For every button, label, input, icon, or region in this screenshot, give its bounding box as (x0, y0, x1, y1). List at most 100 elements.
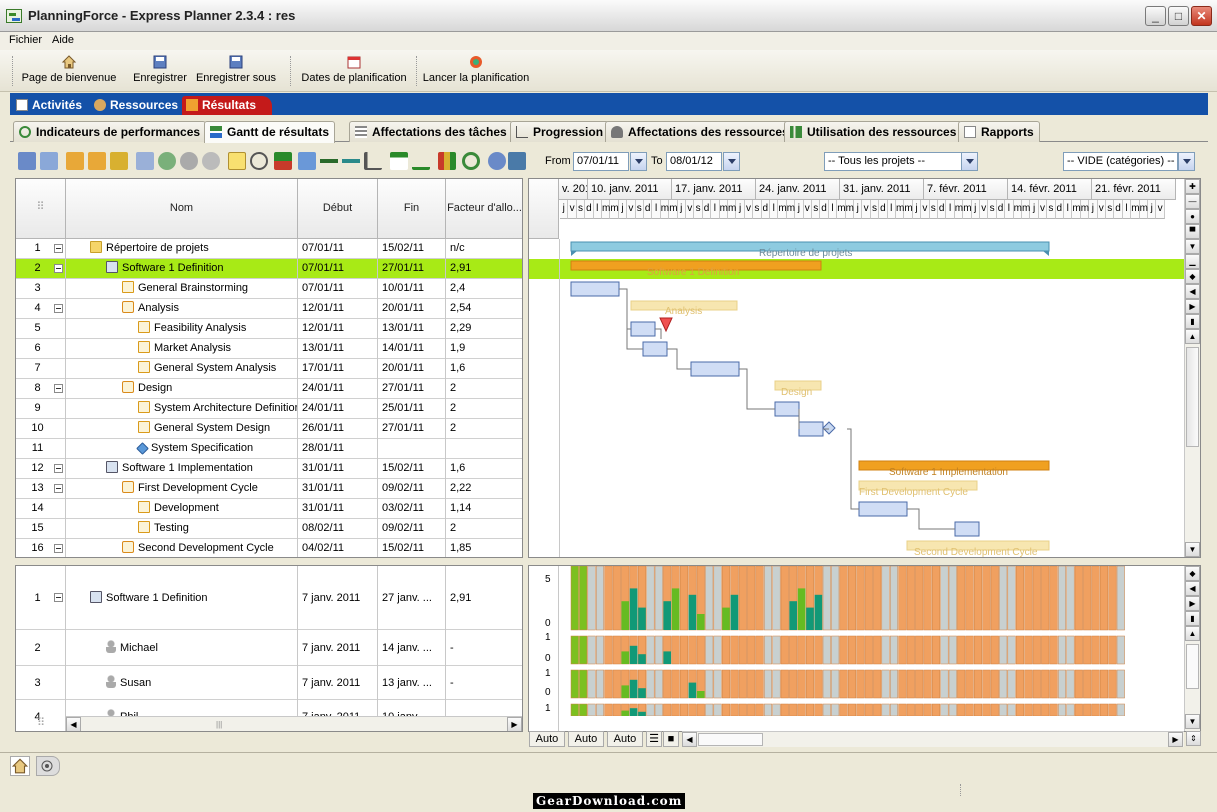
project-select[interactable]: -- Tous les projets -- (824, 152, 962, 171)
task-name-cell[interactable]: Market Analysis (66, 339, 298, 359)
launch-planning-button[interactable]: Lancer la planification (422, 53, 530, 89)
scroll-minus-icon[interactable]: — (1185, 194, 1200, 209)
home-status-icon[interactable] (10, 756, 30, 776)
tab-activites[interactable]: Activités (12, 96, 88, 115)
minimize-button[interactable]: _ (1145, 6, 1166, 26)
export-icon[interactable] (508, 152, 526, 170)
scroll-right-icon[interactable]: ▶ (1168, 732, 1183, 747)
resource-row[interactable]: 1 Software 1 Definition 7 janv. 2011 27 jan… (16, 566, 522, 630)
col-header-fin[interactable]: Fin (378, 179, 446, 239)
task-name-cell[interactable]: Testing (66, 519, 298, 539)
scroll-lr-icon[interactable]: ◆ (1185, 566, 1200, 581)
auto-button-2[interactable]: Auto (568, 731, 604, 747)
scroll-left-icon[interactable]: ◀ (682, 732, 697, 747)
scroll-right-icon[interactable]: ▶ (1185, 299, 1200, 314)
to-date-field[interactable]: 08/01/12 (666, 152, 722, 171)
list-view-icon[interactable]: ☰ (646, 731, 662, 747)
tab-gantt-resultats[interactable]: Gantt de résultats (204, 121, 336, 143)
milestone-icon[interactable] (822, 421, 836, 435)
table-row[interactable]: 5 Feasibility Analysis 12/01/11 13/01/11 2,2… (16, 319, 522, 339)
critical-path-icon[interactable] (274, 152, 292, 170)
resource-row[interactable]: 3 Susan 7 janv. 2011 13 janv. ... - (16, 666, 522, 700)
table-row[interactable]: 6 Market Analysis 13/01/11 14/01/11 1,9 (16, 339, 522, 359)
bookmark-icon[interactable]: ▮ (1185, 611, 1200, 626)
scroll-thumb[interactable] (698, 733, 763, 746)
summary-bar-analysis[interactable]: Analysis (630, 300, 738, 317)
from-date-field[interactable]: 07/01/11 (573, 152, 629, 171)
close-button[interactable]: ✕ (1191, 6, 1212, 26)
task-name-cell[interactable]: Software 1 Definition (66, 259, 298, 279)
task-name-cell[interactable]: Second Development Cycle (66, 539, 298, 557)
scroll-thumb[interactable] (1186, 347, 1199, 447)
tab-resultats[interactable]: Résultats (182, 96, 272, 115)
task-bar-testing[interactable] (954, 521, 980, 537)
tab-progression[interactable]: Progression (510, 121, 610, 142)
task-name-cell[interactable]: General System Analysis (66, 359, 298, 379)
collapse-toggle-icon[interactable] (54, 384, 63, 393)
col-header-facteur[interactable]: Facteur d'allo... (446, 179, 522, 239)
table-row[interactable]: 3 General Brainstorming 07/01/11 10/01/11 2,… (16, 279, 522, 299)
zoom-in-icon[interactable] (180, 152, 198, 170)
col-header-nom[interactable]: Nom (66, 179, 298, 239)
task-bar-gsd[interactable] (798, 421, 824, 437)
table-row[interactable]: 11 System Specification 28/01/11 (16, 439, 522, 459)
scroll-lr-icon[interactable]: ◆ (1185, 269, 1200, 284)
task-bar-gsa[interactable] (690, 361, 740, 377)
summary-bar-sw1impl[interactable]: Software 1 Implementation (858, 460, 1050, 478)
menu-fichier[interactable]: Fichier (5, 33, 46, 47)
auto-button-3[interactable]: Auto (607, 731, 643, 747)
to-date-dropdown[interactable] (723, 152, 740, 171)
print-icon[interactable] (18, 152, 36, 170)
table-row[interactable]: 9 System Architecture Definition 24/01/11 2… (16, 399, 522, 419)
baseline-icon[interactable] (298, 152, 316, 170)
grid-horizontal-scrollbar[interactable]: ◀ ||| ▶ (66, 716, 522, 731)
collapse-toggle-icon[interactable] (54, 464, 63, 473)
scroll-right-icon[interactable]: ▶ (1185, 596, 1200, 611)
summary-bar-repertoire[interactable]: Répertoire de projets (570, 241, 1050, 259)
collapse-icon[interactable] (88, 152, 106, 170)
scroll-down-icon[interactable]: ▼ (1185, 714, 1200, 729)
zoom-fit-icon[interactable] (158, 152, 176, 170)
collapse-toggle-icon[interactable] (54, 484, 63, 493)
table-row[interactable]: 14 Development 31/01/11 03/02/11 1,14 (16, 499, 522, 519)
table-row[interactable]: 4 Analysis 12/01/11 20/01/11 2,54 (16, 299, 522, 319)
table-row[interactable]: 8 Design 24/01/11 27/01/11 2 (16, 379, 522, 399)
expand-icon[interactable] (66, 152, 84, 170)
scroll-down-icon[interactable]: ▼ (1185, 542, 1200, 557)
scroll-left-icon[interactable]: ◀ (66, 717, 81, 731)
project-select-dropdown[interactable] (961, 152, 978, 171)
scroll-last-icon[interactable]: ▁ (1185, 254, 1200, 269)
tab-affectations-ressources[interactable]: Affectations des ressources (605, 121, 795, 142)
task-bar-sad[interactable] (774, 401, 800, 417)
table-row[interactable]: 7 General System Analysis 17/01/11 20/01/11… (16, 359, 522, 379)
task-name-cell[interactable]: System Specification (66, 439, 298, 459)
tab-rapports[interactable]: Rapports (958, 121, 1040, 142)
task-name-cell[interactable]: Répertoire de projets (66, 239, 298, 259)
collapse-toggle-icon[interactable] (54, 544, 63, 553)
table-row[interactable]: 1 Répertoire de projets 07/01/11 15/02/11 n/… (16, 239, 522, 259)
task-bar-feasibility[interactable] (630, 321, 656, 337)
col-header-debut[interactable]: Début (298, 179, 378, 239)
zoom-out-icon[interactable] (202, 152, 220, 170)
category-select-dropdown[interactable] (1178, 152, 1195, 171)
collapse-toggle-icon[interactable] (54, 593, 63, 602)
planning-dates-button[interactable]: Dates de planification (300, 53, 408, 89)
refresh-icon[interactable] (462, 152, 480, 170)
welcome-page-button[interactable]: Page de bienvenue (20, 53, 118, 89)
task-name-cell[interactable]: General Brainstorming (66, 279, 298, 299)
auto-button-1[interactable]: Auto (529, 731, 565, 747)
task-bar-market[interactable] (642, 341, 668, 357)
scroll-filter-icon[interactable]: ▼ (1185, 239, 1200, 254)
comment-icon[interactable] (228, 152, 246, 170)
task-name-cell[interactable]: Development (66, 499, 298, 519)
menu-aide[interactable]: Aide (48, 33, 78, 47)
scroll-thumb[interactable] (1186, 644, 1199, 689)
stop-icon[interactable]: ■ (663, 731, 679, 747)
task-bar-development[interactable] (858, 501, 908, 517)
table-row[interactable]: 15 Testing 08/02/11 09/02/11 2 (16, 519, 522, 539)
print-preview-icon[interactable] (40, 152, 58, 170)
link-alt-icon[interactable] (342, 152, 360, 170)
save-as-button[interactable]: Enregistrer sous (195, 53, 277, 89)
collapse-toggle-icon[interactable] (54, 264, 63, 273)
table-row[interactable]: 13 First Development Cycle 31/01/11 09/02/1… (16, 479, 522, 499)
